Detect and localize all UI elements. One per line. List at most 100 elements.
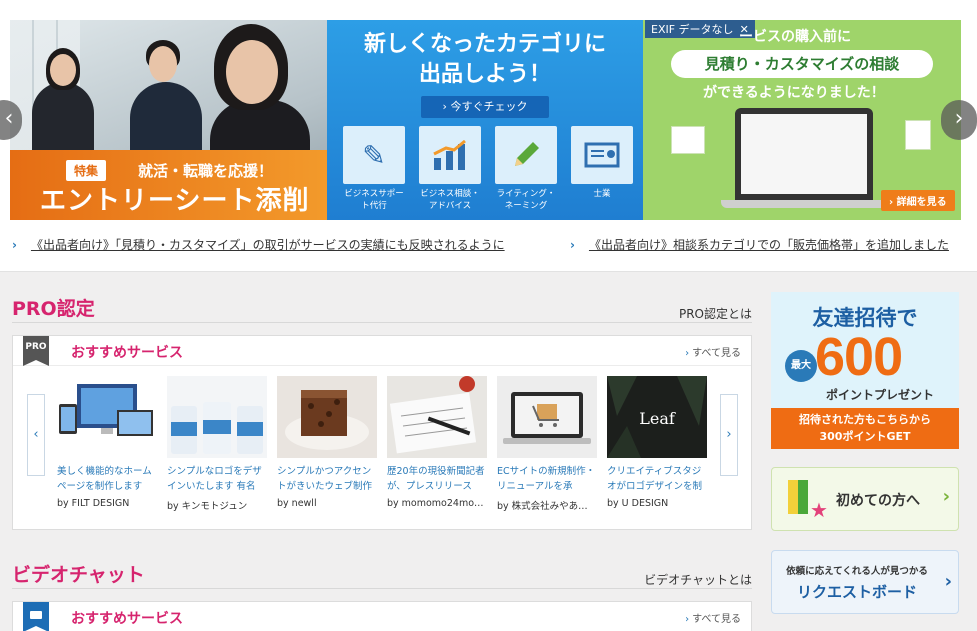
panel-title: おすすめサービス xyxy=(71,611,183,627)
see-all-link[interactable]: › すべて見る xyxy=(685,610,741,625)
service-next-button[interactable]: › xyxy=(720,394,738,476)
service-prev-button[interactable]: ‹ xyxy=(27,394,45,476)
beginner-mark-icon xyxy=(788,480,808,514)
banner-entry-sheet[interactable]: 特集 就活・転職を応援！ エントリーシート添削 xyxy=(10,20,327,220)
details-button[interactable]: › 詳細を見る xyxy=(881,190,955,211)
see-all-link[interactable]: › すべて見る xyxy=(685,344,741,359)
laptop-cart-image xyxy=(503,392,591,444)
cups-image xyxy=(171,402,263,454)
pro-about-link[interactable]: PRO認定とは xyxy=(679,305,752,322)
service-thumbnail: Leaf xyxy=(607,376,707,458)
chevron-right-icon: › xyxy=(685,348,690,359)
category-tile-professional[interactable]: 士業 xyxy=(571,126,633,220)
document-pen-icon: ✎ xyxy=(343,126,405,184)
service-author: by newll xyxy=(277,498,317,509)
person-face xyxy=(149,46,177,82)
pro-badge-icon: PRO xyxy=(23,336,49,366)
request-title: リクエストボード xyxy=(796,583,917,601)
service-title[interactable]: 歴20年の現役新聞記者が、プレスリリース xyxy=(387,464,487,494)
pencil-svg xyxy=(515,142,539,166)
document-illustration xyxy=(905,120,931,150)
banner-line2: ができるようになりました！ xyxy=(703,85,885,101)
tile-label: 士業 xyxy=(593,189,611,199)
banner-subtitle: 就活・転職を応援！ xyxy=(138,162,274,180)
category-tile-business-consult[interactable]: ビジネス相談・アドバイス xyxy=(419,126,481,220)
panel-title: おすすめサービス xyxy=(71,345,183,361)
service-carousel: ‹ 美しく機能的なホームページを制作します by FILT DESIGN シンプ… xyxy=(13,366,751,526)
cake-image xyxy=(285,390,369,450)
video-about-link[interactable]: ビデオチャットとは xyxy=(644,571,752,588)
video-recommend-panel: おすすめサービス › すべて見る xyxy=(12,601,752,631)
promo-max-badge: 最大 xyxy=(785,350,817,382)
banner-line1: ービスの購入前に xyxy=(739,29,851,45)
notebook-image xyxy=(389,376,477,454)
camera-shape xyxy=(30,611,42,619)
invite-friends-banner[interactable]: 友達招待で 最大 600 ポイントプレゼント 招待された方もこちらから 300ポ… xyxy=(771,292,959,449)
section-divider xyxy=(12,588,752,589)
section-title-video: ビデオチャット xyxy=(12,564,145,586)
chevron-right-icon: › xyxy=(12,238,17,252)
banner-carousel: 特集 就活・転職を応援！ エントリーシート添削 新しくなったカテゴリに 出品しよ… xyxy=(0,0,977,228)
service-card[interactable]: 歴20年の現役新聞記者が、プレスリリース by momomo24mo… xyxy=(387,376,487,512)
news-item[interactable]: › 《出品者向け》相談系カテゴリでの「販売価格帯」を追加しました xyxy=(570,236,949,253)
carousel-next-button[interactable]: › xyxy=(941,100,977,140)
request-board-button[interactable]: 依頼に応えてくれる人が見つかる リクエストボード › xyxy=(771,550,959,614)
service-card[interactable]: ECサイトの新規制作・リニューアルを承 by 株式会社みやあ… xyxy=(497,376,597,512)
banner-pill: 見積り・カスタマイズの相談 xyxy=(671,50,933,78)
service-title[interactable]: クリエイティブスタジオがロゴデザインを制 xyxy=(607,464,707,494)
service-card[interactable]: シンプルなロゴをデザインいたします 有名 by キンモトジュン xyxy=(167,376,267,512)
beginner-mark-green xyxy=(798,480,808,514)
star-icon: ★ xyxy=(810,498,828,522)
tile-label: ビジネス相談・アドバイス xyxy=(420,189,480,211)
exif-label: EXIF データなし xyxy=(651,23,734,36)
check-now-button[interactable]: › 今すぐチェック xyxy=(421,96,549,118)
chevron-right-icon: › xyxy=(942,486,950,507)
promo-unit: ポイントプレゼント xyxy=(825,388,934,402)
news-bar: › 《出品者向け》「見積り・カスタマイズ」の取引がサービスの実績にも反映されるよう… xyxy=(0,234,977,258)
service-card[interactable]: シンプルかつアクセントがきいたウェブ制作 by newll xyxy=(277,376,377,512)
category-tile-business-support[interactable]: ✎ ビジネスサポート代行 xyxy=(343,126,405,220)
service-thumbnail xyxy=(277,376,377,458)
beginner-guide-button[interactable]: ★ 初めての方へ › xyxy=(771,467,959,531)
news-item[interactable]: › 《出品者向け》「見積り・カスタマイズ」の取引がサービスの実績にも反映されるよう… xyxy=(12,236,505,253)
service-title[interactable]: ECサイトの新規制作・リニューアルを承 xyxy=(497,464,597,494)
chevron-right-icon: › xyxy=(570,238,575,252)
bar-chart-icon xyxy=(419,126,481,184)
service-author: by キンモトジュン xyxy=(167,501,248,512)
service-cards: 美しく機能的なホームページを制作します by FILT DESIGN シンプルな… xyxy=(57,376,707,512)
promo-points: 600 xyxy=(815,327,903,387)
service-card[interactable]: 美しく機能的なホームページを制作します by FILT DESIGN xyxy=(57,376,157,512)
devices-image xyxy=(59,384,153,436)
laptop-screen xyxy=(741,114,867,194)
promo-bar-line2: 300ポイントGET xyxy=(819,430,911,443)
pencil-icon xyxy=(495,126,557,184)
banner-new-categories[interactable]: 新しくなったカテゴリに 出品しよう！ › 今すぐチェック ✎ ビジネスサポート代… xyxy=(327,20,643,220)
service-card[interactable]: Leaf クリエイティブスタジオがロゴデザインを制 by U DESIGN xyxy=(607,376,707,512)
beginner-mark-yellow xyxy=(788,480,798,514)
service-author: by 株式会社みやあ… xyxy=(497,501,588,512)
service-title[interactable]: 美しく機能的なホームページを制作します xyxy=(57,464,157,494)
news-link[interactable]: 《出品者向け》相談系カテゴリでの「販売価格帯」を追加しました xyxy=(589,238,949,252)
chevron-right-icon: › xyxy=(944,571,952,592)
leaf-logo-text: Leaf xyxy=(639,409,676,428)
pro-recommend-panel: PRO おすすめサービス › すべて見る ‹ 美しく機能的なホームページを制作しま… xyxy=(12,335,752,530)
laptop-illustration xyxy=(735,108,873,200)
see-all-label: すべて見る xyxy=(692,614,741,625)
panel-header: PRO おすすめサービス › すべて見る xyxy=(13,336,751,366)
chevron-right-icon: › xyxy=(685,614,690,625)
category-tile-writing[interactable]: ライティング・ネーミング xyxy=(495,126,557,220)
service-title[interactable]: シンプルかつアクセントがきいたウェブ制作 xyxy=(277,464,377,494)
service-author: by U DESIGN xyxy=(607,498,669,509)
bar-chart-svg xyxy=(433,140,466,170)
headline-line1: 新しくなったカテゴリに xyxy=(363,32,606,57)
news-link[interactable]: 《出品者向け》「見積り・カスタマイズ」の取引がサービスの実績にも反映されるように xyxy=(31,238,505,252)
banner-quote-consult[interactable]: EXIF データなし ✕ ービスの購入前に 見積り・カスタマイズの相談 ができるよ… xyxy=(643,20,961,220)
beginner-label: 初めての方へ xyxy=(836,493,920,509)
see-all-label: すべて見る xyxy=(692,348,741,359)
person-face xyxy=(50,54,76,86)
service-thumbnail xyxy=(167,376,267,458)
service-title[interactable]: シンプルなロゴをデザインいたします 有名 xyxy=(167,464,267,494)
section-title-pro: PRO認定 xyxy=(12,298,95,320)
service-author: by momomo24mo… xyxy=(387,498,484,509)
person-face xyxy=(226,40,278,104)
